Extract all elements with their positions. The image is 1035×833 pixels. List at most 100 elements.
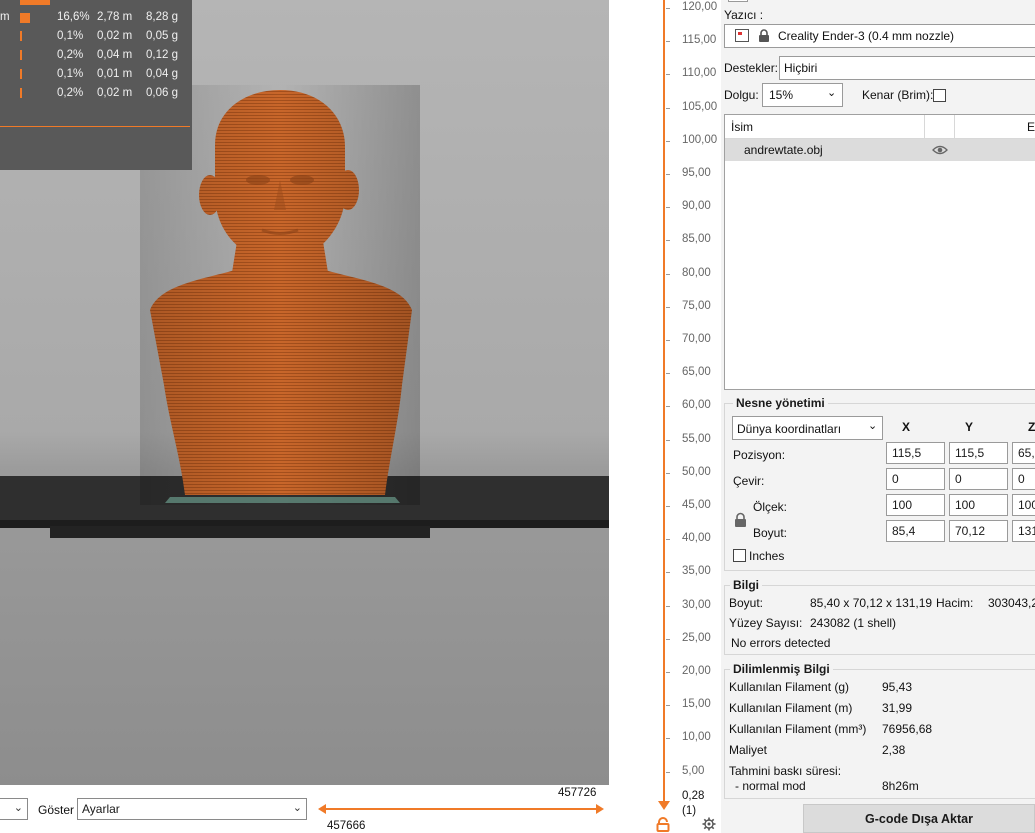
- gear-icon[interactable]: [702, 817, 716, 831]
- layer-tick-label: 70,00: [682, 333, 711, 345]
- rotate-y-input[interactable]: 0: [949, 468, 1008, 490]
- layer-tick-mark: [666, 274, 670, 275]
- legend-swatch: [20, 13, 30, 23]
- rotate-z-input[interactable]: 0: [1012, 468, 1035, 490]
- layer-tick-label: 35,00: [682, 565, 711, 577]
- export-gcode-button[interactable]: G-code Dışa Aktar: [803, 804, 1035, 833]
- bottom-toolbar: ⌄ Göster Ayarlar ⌄ 457726 457666: [0, 785, 609, 833]
- layer-tick-mark: [666, 572, 670, 573]
- inches-label: Inches: [749, 549, 785, 563]
- layer-slider-thumb-lower[interactable]: [658, 801, 670, 811]
- legend-divider: [0, 126, 190, 127]
- show-select-value: Ayarlar: [82, 802, 120, 816]
- infill-select[interactable]: 15% ⌄: [762, 83, 843, 107]
- horizontal-move-slider[interactable]: [318, 803, 604, 815]
- legend-length: 0,01 m: [97, 68, 133, 80]
- lock-icon: [759, 29, 769, 42]
- layer-tick-label: 10,00: [682, 731, 711, 743]
- size-z-input[interactable]: 131: [1012, 520, 1035, 542]
- size-x-input[interactable]: 85,4: [886, 520, 945, 542]
- top-partial-button[interactable]: [728, 0, 748, 2]
- info-errors: No errors detected: [731, 636, 831, 650]
- scale-z-input[interactable]: 100: [1012, 494, 1035, 516]
- legend-swatch: [20, 88, 22, 98]
- legend-weight: 0,05 g: [146, 30, 178, 42]
- layer-tick-mark: [666, 440, 670, 441]
- chevron-down-icon: ⌄: [292, 802, 302, 814]
- layer-tick-label: 120,00: [682, 1, 718, 13]
- layer-tick-mark: [666, 41, 670, 42]
- chevron-down-icon: ⌄: [868, 420, 878, 432]
- inches-checkbox[interactable]: [733, 549, 746, 562]
- axis-x-label: X: [902, 420, 911, 434]
- object-manipulation-title: Nesne yönetimi: [733, 396, 828, 410]
- layer-tick-label: 105,00: [682, 101, 718, 113]
- layer-tick-mark: [666, 539, 670, 540]
- legend-percent: 0,2%: [57, 87, 84, 99]
- normal-mode-label: - normal mod: [735, 779, 806, 793]
- lock-icon[interactable]: [734, 512, 747, 528]
- object-list[interactable]: İsim E andrewtate.obj: [724, 114, 1035, 390]
- print-time-label: Tahmini baskı süresi:: [729, 764, 842, 778]
- layer-tick-mark: [666, 174, 670, 175]
- column-divider: [954, 115, 955, 139]
- position-x-input[interactable]: 115,5: [886, 442, 945, 464]
- layer-tick-label: 15,00: [682, 698, 711, 710]
- position-label: Pozisyon:: [733, 448, 786, 462]
- printer-select[interactable]: Creality Ender-3 (0.4 mm nozzle): [724, 24, 1035, 48]
- axis-y-label: Y: [965, 420, 974, 434]
- chevron-down-icon: ⌄: [13, 802, 23, 814]
- filament-m-value: 31,99: [882, 701, 913, 715]
- 3d-viewport[interactable]: m 16,6% 2,78 m 8,28 g 0,1% 0,02 m 0,05 g…: [0, 0, 609, 785]
- layer-tick-mark: [666, 307, 670, 308]
- coordinate-system-select[interactable]: Dünya koordinatları ⌄: [732, 416, 883, 440]
- scale-label: Ölçek:: [753, 500, 788, 514]
- legend-swatch: [20, 50, 22, 60]
- layer-tick-label: 95,00: [682, 167, 711, 179]
- legend-length: 0,04 m: [97, 49, 133, 61]
- brim-checkbox[interactable]: [933, 89, 946, 102]
- layer-tick-mark: [666, 240, 670, 241]
- printer-icon: [735, 29, 749, 42]
- layer-tick-mark: [666, 506, 670, 507]
- printer-label: Yazıcı :: [724, 8, 764, 22]
- legend-percent: 0,1%: [57, 68, 84, 80]
- position-y-input[interactable]: 115,5: [949, 442, 1008, 464]
- legend-row: 0,1% 0,01 m 0,04 g: [0, 65, 192, 84]
- legend-row: 0,2% 0,04 m 0,12 g: [0, 46, 192, 65]
- scale-y-input[interactable]: 100: [949, 494, 1008, 516]
- layer-tick-label: 85,00: [682, 233, 711, 245]
- move-slider-max: 457726: [558, 787, 597, 799]
- cost-label: Maliyet: [729, 743, 768, 757]
- view-type-select[interactable]: ⌄: [0, 798, 28, 820]
- show-select[interactable]: Ayarlar ⌄: [77, 798, 307, 820]
- layer-tick-mark: [666, 705, 670, 706]
- layer-tick-label: 20,00: [682, 665, 711, 677]
- legend-weight: 0,12 g: [146, 49, 178, 61]
- layer-tick-mark: [666, 74, 670, 75]
- layer-slider-track[interactable]: [663, 0, 665, 808]
- scale-x-input[interactable]: 100: [886, 494, 945, 516]
- legend-swatch: [20, 0, 50, 5]
- lock-icon[interactable]: [656, 817, 670, 832]
- rotate-x-input[interactable]: 0: [886, 468, 945, 490]
- rotate-label: Çevir:: [733, 474, 765, 488]
- layer-tick-mark: [666, 340, 670, 341]
- column-divider: [924, 115, 925, 139]
- column-name[interactable]: İsim: [731, 120, 753, 134]
- supports-select[interactable]: Hiçbiri: [779, 56, 1035, 80]
- cost-value: 2,38: [882, 743, 906, 757]
- object-list-row[interactable]: andrewtate.obj: [725, 139, 1035, 161]
- layer-tick-label: 50,00: [682, 466, 711, 478]
- layer-tick-label: 90,00: [682, 200, 711, 212]
- info-faces-label: Yüzey Sayısı:: [729, 616, 803, 630]
- legend-prefix: m: [0, 11, 10, 23]
- print-bed-shadow: [50, 526, 430, 538]
- layer-tick-label: 30,00: [682, 599, 711, 611]
- layer-tick-label: 45,00: [682, 499, 711, 511]
- size-y-input[interactable]: 70,12: [949, 520, 1008, 542]
- eye-icon[interactable]: [932, 145, 948, 155]
- column-e[interactable]: E: [1027, 120, 1035, 134]
- layer-tick-label: 40,00: [682, 532, 711, 544]
- position-z-input[interactable]: 65,6: [1012, 442, 1035, 464]
